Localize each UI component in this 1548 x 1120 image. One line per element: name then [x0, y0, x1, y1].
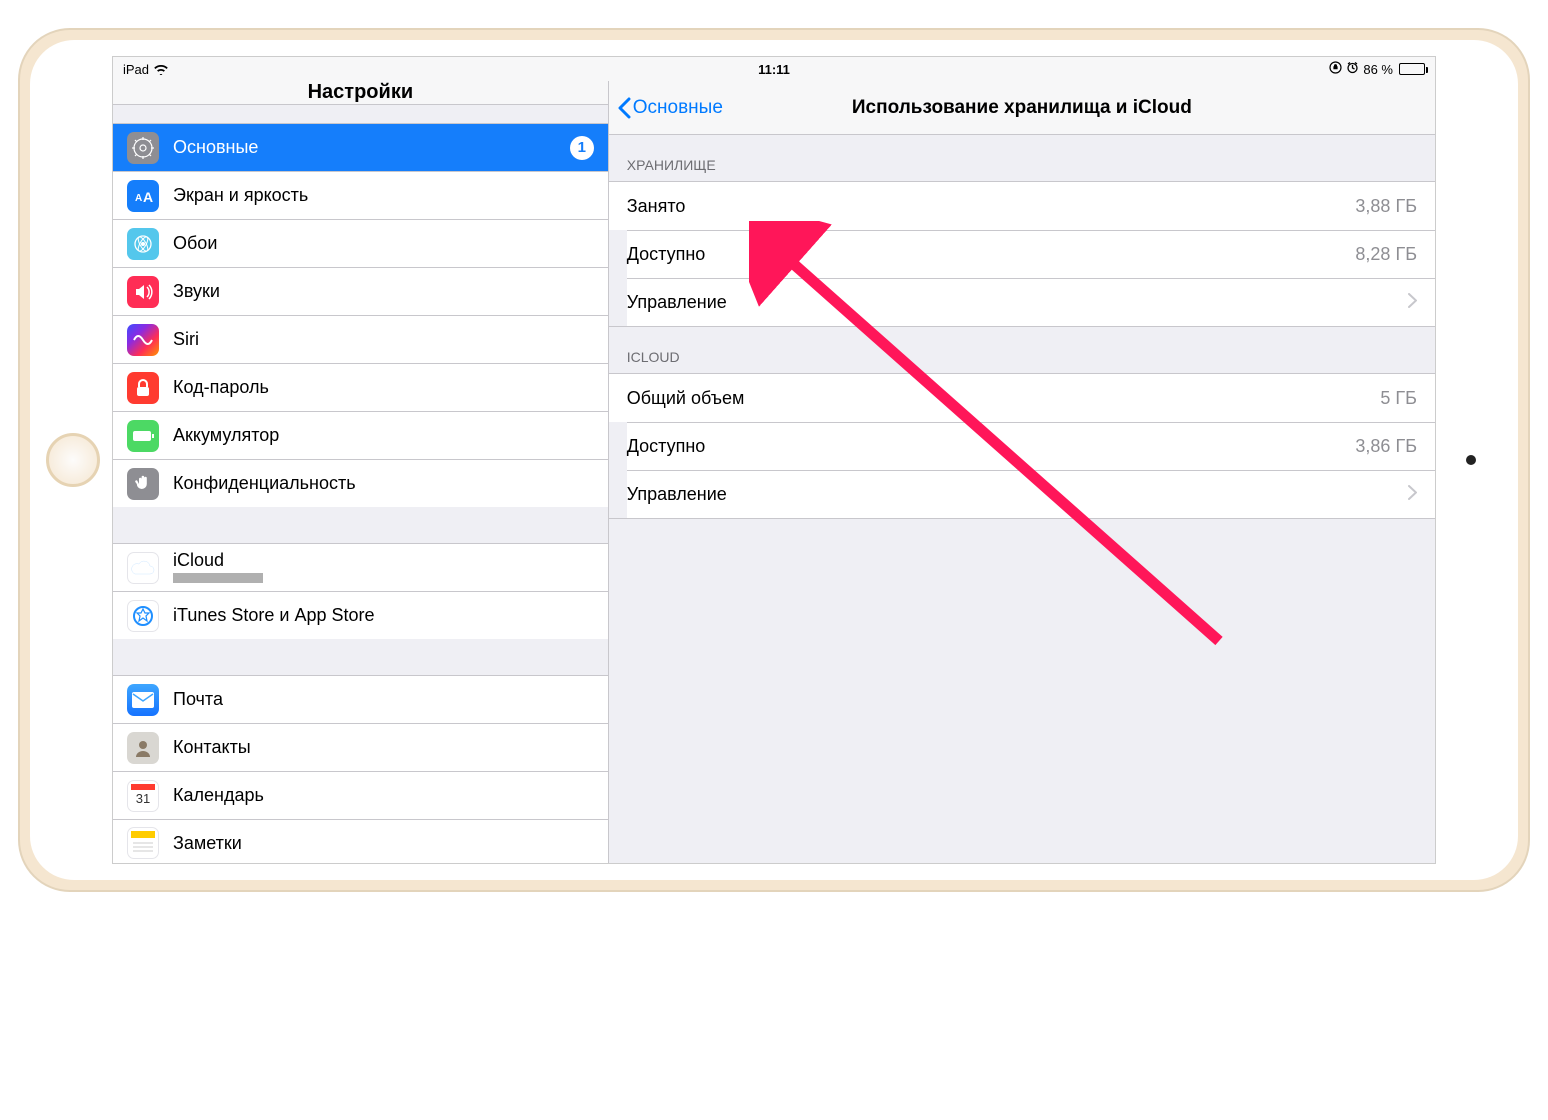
page-title: Использование хранилища и iCloud	[852, 97, 1192, 119]
chevron-right-icon	[1408, 484, 1417, 505]
row-label: Занято	[627, 196, 1356, 217]
sidebar-item-label: Экран и яркость	[173, 185, 594, 206]
row-label: Управление	[627, 292, 1398, 313]
sidebar-item-display[interactable]: AA Экран и яркость	[113, 171, 608, 219]
sidebar-item-label: iCloud	[173, 550, 594, 586]
sidebar-item-battery[interactable]: Аккумулятор	[113, 411, 608, 459]
sidebar-item-label: Обои	[173, 233, 594, 254]
wifi-icon	[153, 63, 169, 75]
badge: 1	[570, 136, 594, 160]
clock: 11:11	[758, 62, 790, 77]
nav-bar: Основные Использование хранилища и iClou…	[609, 81, 1435, 135]
sidebar-item-label: Заметки	[173, 833, 594, 854]
contacts-icon	[127, 732, 159, 764]
ipad-frame: iPad 11:11 86 %	[20, 30, 1528, 890]
mail-icon	[127, 684, 159, 716]
row-label: Общий объем	[627, 388, 1381, 409]
row-label: Управление	[627, 484, 1398, 505]
siri-icon	[127, 324, 159, 356]
row-value: 3,86 ГБ	[1355, 436, 1417, 457]
sounds-icon	[127, 276, 159, 308]
gear-icon	[127, 132, 159, 164]
sidebar-item-itunes[interactable]: iTunes Store и App Store	[113, 591, 608, 639]
sidebar-item-calendar[interactable]: 31 Календарь	[113, 771, 608, 819]
svg-text:A: A	[135, 193, 142, 204]
wallpaper-icon	[127, 228, 159, 260]
row-доступно: Доступно8,28 ГБ	[627, 230, 1435, 278]
status-bar: iPad 11:11 86 %	[113, 57, 1435, 81]
sidebar-item-label: Основные	[173, 137, 556, 158]
row-занято: Занято3,88 ГБ	[609, 182, 1435, 230]
sidebar-item-wallpaper[interactable]: Обои	[113, 219, 608, 267]
sidebar-item-label: Аккумулятор	[173, 425, 594, 446]
hand-icon	[127, 468, 159, 500]
svg-text:31: 31	[136, 791, 150, 806]
row-управление[interactable]: Управление	[627, 278, 1435, 326]
section-header: ICLOUD	[609, 327, 1435, 373]
sidebar-item-label: Почта	[173, 689, 594, 710]
sidebar-item-label: Контакты	[173, 737, 594, 758]
battery-text: 86 %	[1363, 62, 1393, 77]
battery-icon	[1397, 63, 1425, 75]
lock-icon	[127, 372, 159, 404]
calendar-icon: 31	[127, 780, 159, 812]
sidebar-item-passcode[interactable]: Код-пароль	[113, 363, 608, 411]
sidebar-item-label: Календарь	[173, 785, 594, 806]
home-button[interactable]	[46, 433, 100, 487]
row-управление[interactable]: Управление	[627, 470, 1435, 518]
front-camera	[1466, 455, 1476, 465]
chevron-left-icon	[617, 97, 631, 119]
sidebar-item-label: Конфиденциальность	[173, 473, 594, 494]
sidebar-item-label: Звуки	[173, 281, 594, 302]
row-value: 5 ГБ	[1380, 388, 1417, 409]
sidebar-item-contacts[interactable]: Контакты	[113, 723, 608, 771]
sidebar-item-siri[interactable]: Siri	[113, 315, 608, 363]
sidebar-item-label: iTunes Store и App Store	[173, 605, 594, 626]
settings-sidebar: Настройки Основные 1 AA Экран и яркость Обои…	[113, 81, 609, 863]
sidebar-item-notes[interactable]: Заметки	[113, 819, 608, 864]
sidebar-item-label: Код-пароль	[173, 377, 594, 398]
row-общий-объем: Общий объем5 ГБ	[609, 374, 1435, 422]
notes-icon	[127, 827, 159, 859]
sidebar-item-icloud[interactable]: iCloud	[113, 543, 608, 591]
icloud-icon	[127, 552, 159, 584]
text-size-icon: AA	[127, 180, 159, 212]
battery-icon	[127, 420, 159, 452]
device-label: iPad	[123, 62, 149, 77]
row-label: Доступно	[627, 436, 1356, 457]
orientation-lock-icon	[1329, 61, 1342, 77]
section-header: ХРАНИЛИЩЕ	[609, 135, 1435, 181]
detail-pane: Основные Использование хранилища и iClou…	[609, 81, 1435, 863]
sidebar-item-general[interactable]: Основные 1	[113, 123, 608, 171]
row-label: Доступно	[627, 244, 1356, 265]
sidebar-item-mail[interactable]: Почта	[113, 675, 608, 723]
back-button[interactable]: Основные	[617, 97, 723, 119]
row-доступно: Доступно3,86 ГБ	[627, 422, 1435, 470]
appstore-icon	[127, 600, 159, 632]
sidebar-item-sounds[interactable]: Звуки	[113, 267, 608, 315]
svg-text:A: A	[143, 189, 153, 205]
back-label: Основные	[633, 97, 723, 119]
row-value: 8,28 ГБ	[1355, 244, 1417, 265]
chevron-right-icon	[1408, 292, 1417, 313]
row-value: 3,88 ГБ	[1355, 196, 1417, 217]
sidebar-item-privacy[interactable]: Конфиденциальность	[113, 459, 608, 507]
alarm-icon	[1346, 61, 1359, 77]
sidebar-item-label: Siri	[173, 329, 594, 350]
sidebar-title: Настройки	[113, 81, 608, 105]
screen: iPad 11:11 86 %	[112, 56, 1436, 864]
